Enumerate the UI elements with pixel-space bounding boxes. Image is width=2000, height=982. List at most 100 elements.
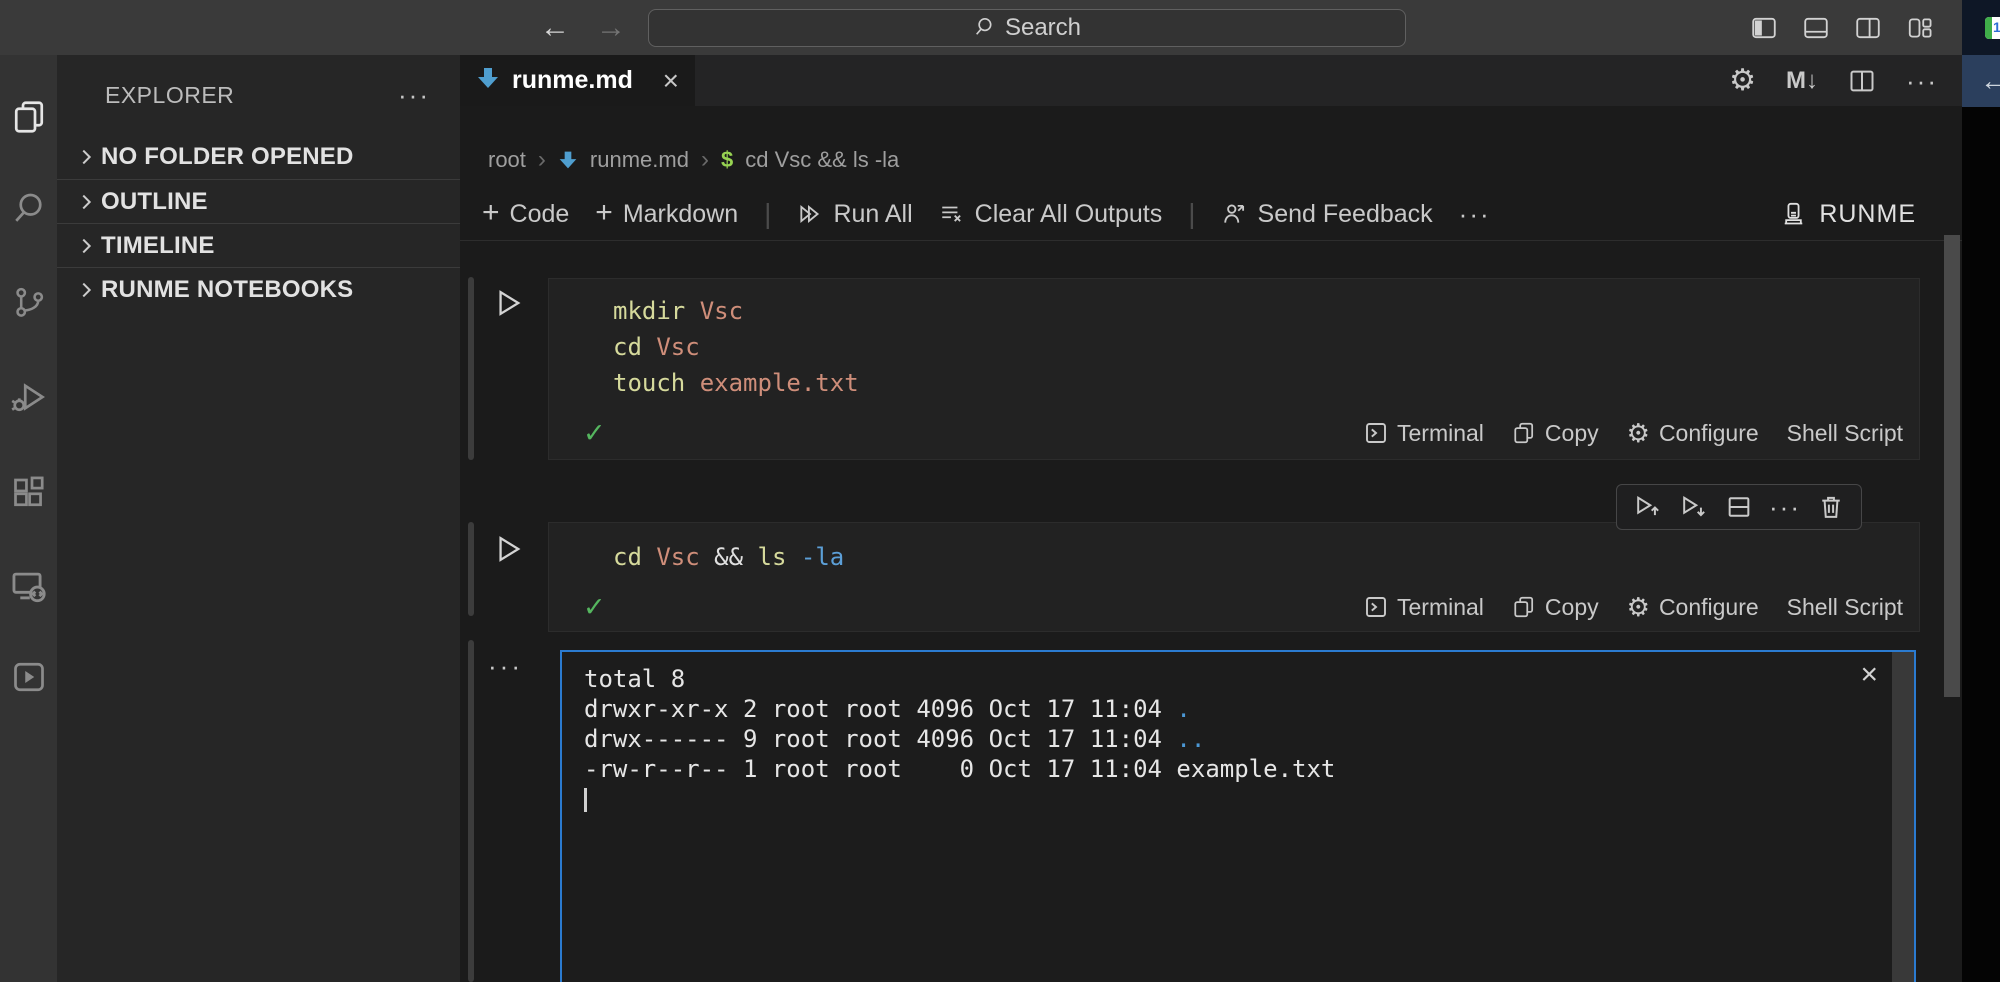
cell-code[interactable]: cd Vsc && ls -la [549,523,1919,575]
sidebar-more-icon[interactable]: ··· [398,80,430,111]
runme-play-icon [11,659,47,695]
editor-actions: ⚙ M↓ ··· [1729,55,1938,106]
activity-source-control[interactable] [0,276,57,328]
activity-bar [0,55,57,982]
terminal-cursor-line [562,784,1914,814]
execute-above-icon[interactable] [1633,492,1663,522]
cell-status-bar: ✓ Terminal Copy ⚙ [569,587,1903,627]
success-check-icon: ✓ [583,592,606,623]
gear-icon[interactable]: ⚙ [1729,66,1756,96]
search-placeholder: Search [1005,14,1081,42]
section-no-folder-opened[interactable]: NO FOLDER OPENED [57,135,460,179]
execute-below-icon[interactable] [1679,492,1709,522]
sidebar-header: EXPLORER ··· [57,55,460,135]
terminal-cursor [584,788,587,812]
runme-stamp-icon [1780,201,1807,228]
chevron-right-icon [71,191,101,213]
breadcrumb-root[interactable]: root [488,147,526,173]
activity-explorer[interactable] [0,91,57,143]
terminal-icon [1364,421,1388,445]
customize-layout-icon[interactable] [1906,14,1934,42]
section-runme-notebooks[interactable]: RUNME NOTEBOOKS [57,267,460,311]
configure-button[interactable]: ⚙ Configure [1627,420,1759,447]
gear-icon: ⚙ [1627,420,1650,446]
chevron-right-icon [71,279,101,301]
copy-icon [1512,421,1536,445]
plus-icon: + [595,198,613,228]
more-actions-icon[interactable]: ··· [1769,494,1801,520]
section-timeline[interactable]: TIMELINE [57,223,460,267]
run-cell-button[interactable] [492,287,524,319]
output-scrollbar[interactable] [1892,652,1914,982]
plus-icon: + [482,198,500,228]
terminal-button[interactable]: Terminal [1364,420,1484,447]
toggle-sidebar-icon[interactable] [1750,14,1778,42]
adjacent-window-toolbar: ← [1962,55,2000,107]
close-output-icon[interactable]: × [1860,660,1878,690]
copy-button[interactable]: Copy [1512,420,1599,447]
output-menu-icon[interactable]: ··· [488,651,523,682]
markdown-file-icon [476,66,500,95]
command-center-search[interactable]: Search [648,9,1406,47]
source-control-icon [12,285,46,319]
toolbar-separator: | [764,198,771,230]
cell-language-label[interactable]: Shell Script [1787,594,1903,621]
vscode-window: ← → Search [0,0,2000,982]
calendar-app-icon: 1 [1985,17,2000,39]
forward-icon[interactable]: → [596,13,626,43]
close-tab-icon[interactable]: × [663,67,679,95]
breadcrumb: root › runme.md › $ cd Vsc && ls -la [460,135,1962,185]
notebook-toolbar: + Code + Markdown | Run All Clear All Ou… [460,188,1962,241]
code-cell-2[interactable]: cd Vsc && ls -la ✓ Terminal Copy [548,522,1920,632]
editor-scrollbar[interactable] [1944,235,1960,697]
layout-controls [1750,0,1934,55]
chevron-right-icon: › [538,146,546,174]
activity-extensions[interactable] [0,466,57,518]
activity-run-debug[interactable] [0,371,57,423]
send-feedback-button[interactable]: Send Feedback [1222,200,1433,229]
more-actions-icon[interactable]: ··· [1459,201,1491,227]
copy-icon [1512,595,1536,619]
toggle-secondary-sidebar-icon[interactable] [1854,14,1882,42]
breadcrumb-file[interactable]: runme.md [590,147,689,173]
delete-cell-icon[interactable] [1817,493,1845,521]
success-check-icon: ✓ [583,418,606,449]
shell-prompt-icon: $ [721,147,733,173]
adjacent-back-icon: ← [1980,65,2000,97]
copy-button[interactable]: Copy [1512,594,1599,621]
search-icon [973,15,995,42]
cell-output[interactable]: total 8drwxr-xr-x 2 root root 4096 Oct 1… [560,650,1916,982]
cell-focus-bar [468,277,474,460]
terminal-button[interactable]: Terminal [1364,594,1484,621]
adjacent-window-body [1962,107,2000,982]
chevron-right-icon [71,235,101,257]
more-actions-icon[interactable]: ··· [1906,68,1938,94]
output-text: total 8drwxr-xr-x 2 root root 4096 Oct 1… [562,652,1914,784]
activity-runme[interactable] [0,651,57,703]
adjacent-window-sliver: 1 ← [1962,0,2000,982]
code-cell-1[interactable]: mkdir Vsccd Vsctouch example.txt ✓ Termi… [548,278,1920,460]
run-cell-button[interactable] [492,533,524,565]
debug-icon [11,379,47,415]
split-cell-icon[interactable] [1725,493,1753,521]
add-code-button[interactable]: + Code [482,200,569,229]
configure-button[interactable]: ⚙ Configure [1627,594,1759,621]
cell-code[interactable]: mkdir Vsccd Vsctouch example.txt [549,279,1919,401]
toggle-panel-icon[interactable] [1802,14,1830,42]
activity-search[interactable] [0,181,57,233]
clear-all-outputs-button[interactable]: Clear All Outputs [939,200,1163,229]
section-outline[interactable]: OUTLINE [57,179,460,223]
activity-remote-explorer[interactable] [0,560,57,612]
run-all-button[interactable]: Run All [797,200,912,229]
breadcrumb-command[interactable]: cd Vsc && ls -la [745,147,899,173]
cell-language-label[interactable]: Shell Script [1787,420,1903,447]
tab-runme-md[interactable]: runme.md × [460,55,695,106]
split-editor-icon[interactable] [1848,67,1876,95]
cell-hover-toolbar: ··· [1616,484,1862,530]
back-icon[interactable]: ← [540,13,570,43]
remote-explorer-icon [10,567,48,605]
extensions-icon [11,474,47,510]
add-markdown-button[interactable]: + Markdown [595,200,738,229]
explorer-sidebar: EXPLORER ··· NO FOLDER OPENED OUTLINE TI… [57,55,460,982]
markdown-preview-icon[interactable]: M↓ [1786,67,1818,95]
